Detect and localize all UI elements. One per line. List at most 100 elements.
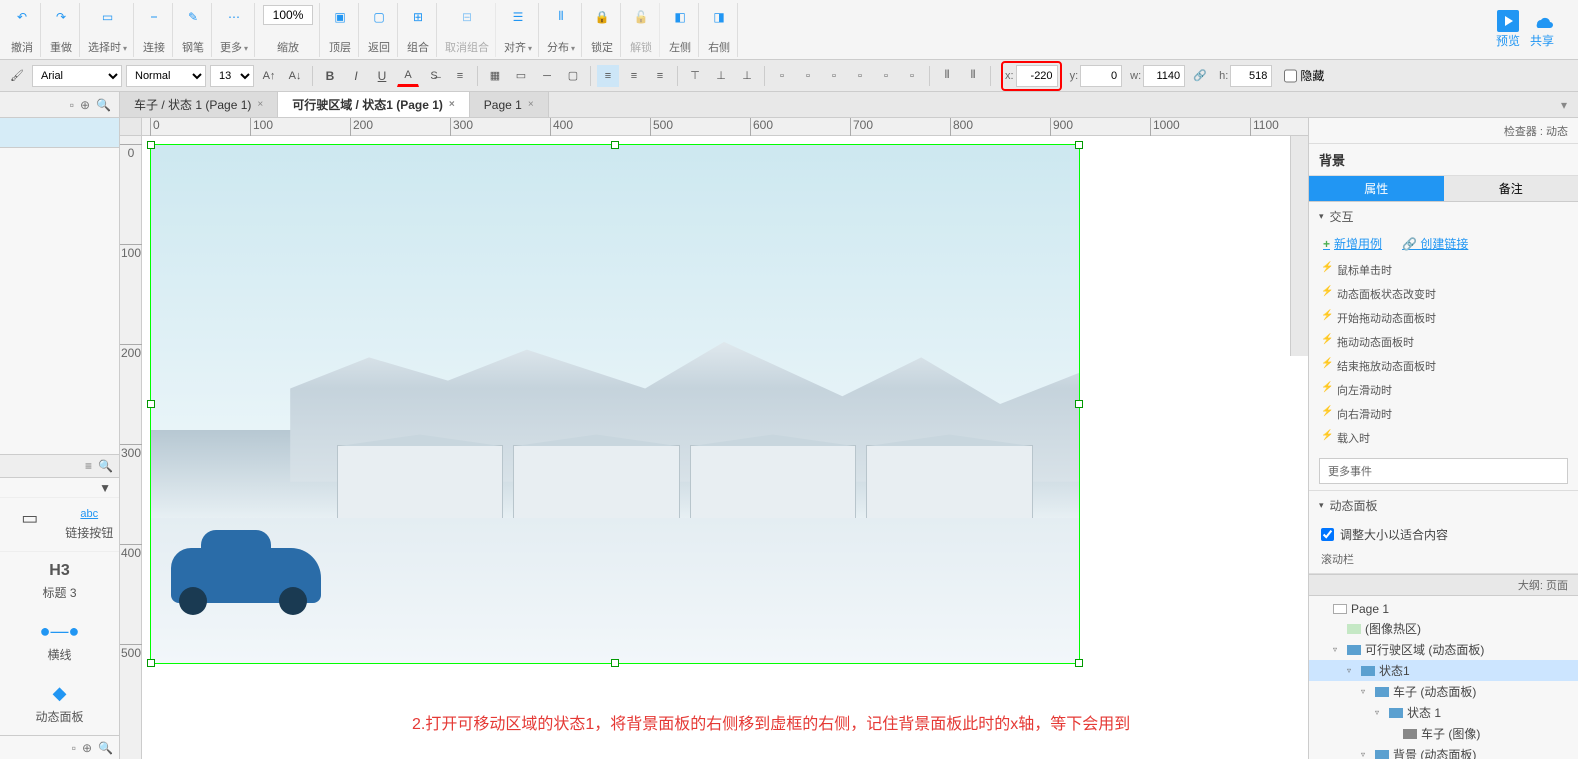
valign-top-icon[interactable]: ⊤ (684, 65, 706, 87)
underline-icon[interactable]: U (371, 65, 393, 87)
event-item[interactable]: 开始拖动动态面板时 (1309, 306, 1578, 330)
size-up-icon[interactable]: A↑ (258, 65, 280, 87)
lib-search-icon[interactable]: 🔍 (98, 459, 113, 473)
italic-icon[interactable]: I (345, 65, 367, 87)
border-icon[interactable]: ▭ (510, 65, 532, 87)
widget-h3[interactable]: H3标题 3 (0, 552, 119, 611)
resize-handle-bl[interactable] (147, 659, 155, 667)
bold-icon[interactable]: B (319, 65, 341, 87)
interaction-header[interactable]: 交互 (1309, 202, 1578, 231)
preview-button[interactable]: 预览 (1496, 10, 1520, 49)
lib-icon2[interactable]: ⊕ (82, 741, 92, 755)
resize-handle-tl[interactable] (147, 141, 155, 149)
coord-y-input[interactable] (1080, 65, 1122, 87)
more-events-dropdown[interactable]: 更多事件 (1319, 458, 1568, 484)
tab-1[interactable]: 可行驶区域 / 状态1 (Page 1)× (278, 92, 470, 117)
widget-placeholder[interactable]: ▭ (0, 498, 60, 551)
lock-ratio-icon[interactable]: 🔗 (1189, 65, 1211, 87)
hide-checkbox[interactable] (1284, 65, 1297, 87)
event-item[interactable]: 鼠标单击时 (1309, 258, 1578, 282)
tool-more[interactable]: ⋯更多 (214, 3, 255, 57)
resize-handle-br[interactable] (1075, 659, 1083, 667)
tool-zoom[interactable]: 100%缩放 (257, 3, 320, 57)
lib-icon3[interactable]: 🔍 (98, 741, 113, 755)
fit-content-checkbox[interactable] (1321, 528, 1334, 541)
resize-handle-ml[interactable] (147, 400, 155, 408)
strike-icon[interactable]: S̶ (423, 65, 445, 87)
tool-unlock[interactable]: 🔓解锁 (623, 3, 660, 57)
fill-icon[interactable]: ▦ (484, 65, 506, 87)
tool-redo[interactable]: ↷ 重做 (43, 3, 80, 57)
obj-align6-icon[interactable]: ▫ (901, 65, 923, 87)
coord-x-input[interactable] (1016, 65, 1058, 87)
obj-align4-icon[interactable]: ▫ (849, 65, 871, 87)
dist-h-icon[interactable]: ⫴ (936, 65, 958, 87)
dp-section-header[interactable]: 动态面板 (1309, 491, 1578, 520)
coord-w-input[interactable] (1143, 65, 1185, 87)
line-icon[interactable]: ─ (536, 65, 558, 87)
search-page-icon[interactable]: 🔍 (96, 98, 111, 112)
outline-node[interactable]: (图像热区) (1309, 618, 1578, 639)
tool-group-btn[interactable]: ⊞组合 (400, 3, 437, 57)
paint-icon[interactable]: 🖌 (6, 65, 28, 87)
event-item[interactable]: 向右滑动时 (1309, 402, 1578, 426)
tool-connect[interactable]: ⎯连接 (136, 3, 173, 57)
outline-node[interactable]: ▿状态1 (1309, 660, 1578, 681)
event-item[interactable]: 向左滑动时 (1309, 378, 1578, 402)
event-item[interactable]: 动态面板状态改变时 (1309, 282, 1578, 306)
tool-lock[interactable]: 🔒锁定 (584, 3, 621, 57)
tab-properties[interactable]: 属性 (1309, 176, 1444, 202)
tab-0[interactable]: 车子 / 状态 1 (Page 1)× (120, 92, 278, 117)
event-item[interactable]: 载入时 (1309, 426, 1578, 450)
event-item[interactable]: 拖动动态面板时 (1309, 330, 1578, 354)
tab-1-close-icon[interactable]: × (449, 99, 455, 110)
tool-distribute[interactable]: ⫴分布 (541, 3, 582, 57)
align-right-icon[interactable]: ≡ (649, 65, 671, 87)
tab-notes[interactable]: 备注 (1444, 176, 1578, 202)
tool-left[interactable]: ◧左侧 (662, 3, 699, 57)
style-select[interactable]: Normal (126, 65, 206, 87)
resize-handle-bm[interactable] (611, 659, 619, 667)
zoom-value[interactable]: 100% (263, 5, 313, 25)
obj-align5-icon[interactable]: ▫ (875, 65, 897, 87)
resize-handle-tm[interactable] (611, 141, 619, 149)
obj-align2-icon[interactable]: ▫ (797, 65, 819, 87)
add-case-link[interactable]: +新增用例 (1323, 235, 1382, 252)
border-style-icon[interactable]: ▢ (562, 65, 584, 87)
tool-right[interactable]: ◨右侧 (701, 3, 738, 57)
tool-select[interactable]: ▭选择时 (82, 3, 134, 57)
font-select[interactable]: Arial (32, 65, 122, 87)
outline-node[interactable]: ▿背景 (动态面板) (1309, 744, 1578, 759)
tab-2-close-icon[interactable]: × (528, 99, 534, 110)
canvas[interactable]: 0100200300400500600700800900100011001200… (120, 118, 1308, 759)
dist-v-icon[interactable]: ⫴ (962, 65, 984, 87)
valign-mid-icon[interactable]: ⊥ (710, 65, 732, 87)
tab-0-close-icon[interactable]: × (257, 99, 263, 110)
outline-node[interactable]: ▿可行驶区域 (动态面板) (1309, 639, 1578, 660)
widget-link-button[interactable]: abc链接按钮 (60, 498, 120, 551)
lib-icon1[interactable]: ▫ (72, 741, 76, 755)
tool-align[interactable]: ☰对齐 (498, 3, 539, 57)
valign-bot-icon[interactable]: ⊥ (736, 65, 758, 87)
widget-dynamic-panel[interactable]: ◆动态面板 (0, 673, 119, 735)
widget-hline[interactable]: ●—●横线 (0, 611, 119, 673)
obj-align3-icon[interactable]: ▫ (823, 65, 845, 87)
pages-selected-row[interactable] (0, 118, 119, 148)
share-button[interactable]: 共享 (1530, 10, 1554, 49)
create-link-link[interactable]: 🔗 创建链接 (1402, 235, 1468, 252)
size-down-icon[interactable]: A↓ (284, 65, 306, 87)
tab-2[interactable]: Page 1× (470, 92, 549, 117)
align-center-icon[interactable]: ≡ (623, 65, 645, 87)
resize-handle-mr[interactable] (1075, 400, 1083, 408)
outline-node[interactable]: ▿车子 (动态面板) (1309, 681, 1578, 702)
tool-back[interactable]: ▢返回 (361, 3, 398, 57)
tool-ungroup[interactable]: ⊟取消组合 (439, 3, 496, 57)
tool-undo[interactable]: ↶ 撤消 (4, 3, 41, 57)
selected-background-panel[interactable] (150, 144, 1080, 664)
tool-pen[interactable]: ✎钢笔 (175, 3, 212, 57)
tab-overflow-icon[interactable]: ▾ (1554, 92, 1574, 117)
resize-handle-tr[interactable] (1075, 141, 1083, 149)
outline-node[interactable]: 车子 (图像) (1309, 723, 1578, 744)
coord-h-input[interactable] (1230, 65, 1272, 87)
page-icon[interactable]: ▫ (70, 98, 74, 112)
